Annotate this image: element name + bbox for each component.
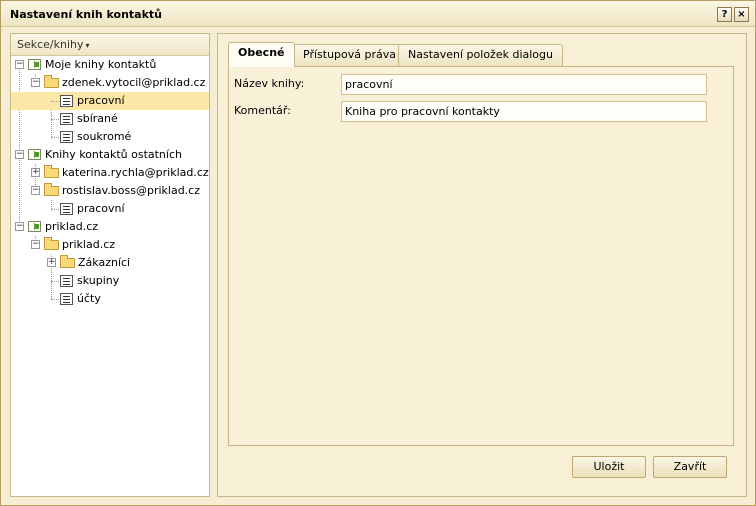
close-window-button[interactable]: × — [734, 7, 749, 22]
tree-connector — [51, 101, 59, 102]
comment-input[interactable] — [341, 101, 707, 122]
tree-node-label: sbírané — [77, 112, 118, 125]
address-book-icon — [28, 59, 41, 70]
tree-connector — [51, 119, 59, 120]
tree-node-priklad-domain[interactable]: − priklad.cz — [11, 218, 209, 236]
folder-icon — [44, 75, 59, 88]
collapse-icon[interactable]: − — [15, 60, 24, 69]
tree-node-label: katerina.rychla@priklad.cz — [62, 166, 209, 179]
tab-general[interactable]: Obecné — [228, 42, 295, 67]
tree-node-rostislav-pracovni[interactable]: pracovní — [11, 200, 209, 218]
contact-list-icon — [60, 203, 73, 215]
tree-node-priklad-folder[interactable]: − priklad.cz — [11, 236, 209, 254]
book-name-label: Název knihy: — [234, 77, 305, 90]
close-button[interactable]: Zavřít — [653, 456, 727, 478]
contact-list-icon — [60, 293, 73, 305]
collapse-icon[interactable]: − — [31, 240, 40, 249]
book-name-input[interactable] — [341, 74, 707, 95]
folder-icon — [44, 165, 59, 178]
dialog-title: Nastavení knih kontaktů — [10, 8, 162, 21]
settings-panel: Obecné Přístupová práva Nastavení polože… — [217, 33, 747, 497]
tree-node-katerina[interactable]: + katerina.rychla@priklad.cz — [11, 164, 209, 182]
contact-books-tree: − Moje knihy kontaktů − zdenek.vytocil@p… — [11, 56, 209, 308]
tree-node-label: účty — [77, 292, 101, 305]
contact-list-icon — [60, 131, 73, 143]
tree-node-label: pracovní — [77, 202, 125, 215]
tree-node-others-books[interactable]: − Knihy kontaktů ostatních — [11, 146, 209, 164]
contact-list-icon — [60, 95, 73, 107]
tree-node-pracovni-selected[interactable]: pracovní — [11, 92, 209, 110]
contact-list-icon — [60, 113, 73, 125]
tree-node-label: pracovní — [77, 94, 125, 107]
tree-node-ucty[interactable]: účty — [11, 290, 209, 308]
collapse-icon[interactable]: − — [15, 222, 24, 231]
tree-node-zakaznici[interactable]: + Zákazníci — [11, 254, 209, 272]
folder-icon — [44, 237, 59, 250]
help-button[interactable]: ? — [717, 7, 732, 22]
sections-panel: Sekce/knihy ▾ − Moje knihy kontaktů − zde… — [10, 33, 210, 497]
folder-icon — [44, 183, 59, 196]
expand-icon[interactable]: + — [47, 258, 56, 267]
address-book-icon — [28, 221, 41, 232]
collapse-icon[interactable]: − — [31, 78, 40, 87]
tree-node-label: soukromé — [77, 130, 132, 143]
tree-node-label: Moje knihy kontaktů — [45, 58, 157, 71]
comment-label: Komentář: — [234, 104, 291, 117]
tab-access-rights[interactable]: Přístupová práva — [293, 44, 406, 66]
tree-node-skupiny[interactable]: skupiny — [11, 272, 209, 290]
tree-node-label: priklad.cz — [45, 220, 99, 233]
tree-node-label: priklad.cz — [62, 238, 116, 251]
sections-dropdown-label: Sekce/knihy — [17, 38, 84, 51]
tab-dialog-fields[interactable]: Nastavení položek dialogu — [398, 44, 563, 66]
contact-list-icon — [60, 275, 73, 287]
tree-node-soukrome[interactable]: soukromé — [11, 128, 209, 146]
tree-node-label: rostislav.boss@priklad.cz — [62, 184, 200, 197]
tree-node-my-books[interactable]: − Moje knihy kontaktů — [11, 56, 209, 74]
tree-connector — [51, 281, 59, 282]
address-book-icon — [28, 149, 41, 160]
tree-connector — [51, 299, 59, 300]
general-tab-content: Název knihy: Komentář: — [228, 66, 734, 446]
tree-node-zdenek[interactable]: − zdenek.vytocil@priklad.cz — [11, 74, 209, 92]
tree-node-sbirane[interactable]: sbírané — [11, 110, 209, 128]
tree-node-label: Knihy kontaktů ostatních — [45, 148, 182, 161]
collapse-icon[interactable]: − — [31, 186, 40, 195]
dialog-window: Nastavení knih kontaktů ? × Sekce/knihy ▾… — [0, 0, 756, 506]
expand-icon[interactable]: + — [31, 168, 40, 177]
tree-node-label: skupiny — [77, 274, 120, 287]
sections-dropdown[interactable]: Sekce/knihy ▾ — [11, 34, 209, 56]
save-button[interactable]: Uložit — [572, 456, 646, 478]
tree-connector — [51, 137, 59, 138]
tree-node-label: zdenek.vytocil@priklad.cz — [62, 76, 206, 89]
tree-node-rostislav[interactable]: − rostislav.boss@priklad.cz — [11, 182, 209, 200]
tree-connector — [51, 209, 59, 210]
tree-node-label: Zákazníci — [78, 256, 131, 269]
folder-icon — [60, 255, 75, 268]
chevron-down-icon: ▾ — [85, 41, 90, 50]
title-bar: Nastavení knih kontaktů ? × — [1, 1, 755, 27]
collapse-icon[interactable]: − — [15, 150, 24, 159]
